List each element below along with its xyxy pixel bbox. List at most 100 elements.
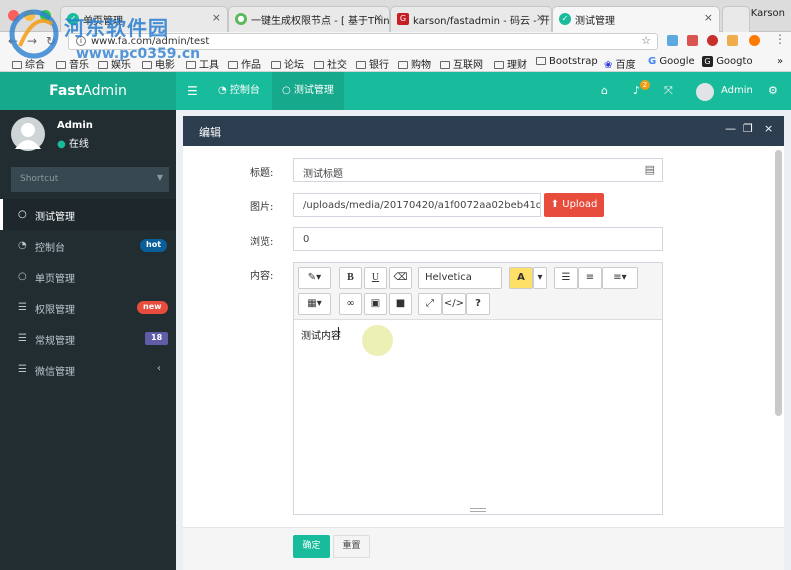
more-bookmarks-icon[interactable]: » (777, 56, 783, 67)
extension-icon[interactable] (667, 35, 678, 46)
close-tab-icon[interactable]: × (212, 11, 221, 24)
bookmark-folder[interactable]: 互联网 (440, 56, 483, 71)
minimize-window-icon[interactable] (24, 10, 35, 21)
title-input[interactable]: 测试标题 ▤ (293, 158, 663, 182)
modal-close-icon[interactable]: × (764, 122, 773, 135)
caret-down-icon: ▼ (156, 173, 163, 182)
help-button[interactable]: ? (466, 293, 490, 315)
browser-tab[interactable]: G karson/fastadmin - 码云 - 开 × (390, 6, 552, 32)
code-view-button[interactable]: </> (442, 293, 466, 315)
sidebar-item-wechat[interactable]: ☰ 微信管理 ‹ (0, 354, 176, 385)
sidebar-item-test[interactable]: ○ 测试管理 (0, 199, 176, 230)
sidebar-toggle-icon[interactable]: ☰ (187, 72, 198, 110)
fullscreen-button[interactable]: ⤢ (418, 293, 442, 315)
app-logo[interactable]: FastAdmin (0, 72, 176, 110)
sidebar-item-general[interactable]: ☰ 常规管理 18 (0, 323, 176, 354)
extension-icon[interactable] (687, 35, 698, 46)
reload-icon[interactable]: ↻ (46, 34, 56, 48)
header-avatar[interactable] (696, 83, 714, 101)
browser-profile[interactable]: Karson (751, 8, 785, 19)
browser-tab[interactable]: ● 一键生成权限节点 - [ 基于Thin × (228, 6, 390, 32)
bookmark-folder[interactable]: 作品 (228, 56, 261, 71)
folder-icon (356, 61, 366, 69)
close-tab-icon[interactable]: × (536, 11, 545, 24)
editor-toolbar: ✎▾ B U ⌫ Helvetica Neue ▾ A ▾ ☰ ≡ ≡▾ ▦▾ … (294, 263, 662, 320)
upload-button[interactable]: ⬆ Upload (544, 193, 604, 217)
bold-button[interactable]: B (339, 267, 362, 289)
eraser-button[interactable]: ⌫ (389, 267, 412, 289)
fastadmin-tab-icon: ✓ (559, 13, 571, 25)
bookmark-folder[interactable]: 音乐 (56, 56, 89, 71)
nav-tab-current[interactable]: ○ 测试管理 (272, 72, 344, 110)
image-button[interactable]: ▣ (364, 293, 387, 315)
modal-maximize-icon[interactable]: ❐ (743, 122, 753, 135)
font-family-select[interactable]: Helvetica Neue ▾ (418, 267, 502, 303)
header-user-name[interactable]: Admin (721, 72, 753, 110)
bookmark-folder[interactable]: 银行 (356, 56, 389, 71)
sidebar-item-page[interactable]: ○ 单页管理 (0, 261, 176, 292)
bookmark-folder[interactable]: 工具 (186, 56, 219, 71)
tab-title: 测试管理 (575, 16, 615, 27)
modal-minimize-icon[interactable]: — (725, 122, 736, 135)
sidebar-item-auth[interactable]: ☰ 权限管理 new (0, 292, 176, 323)
magic-style-button[interactable]: ✎▾ (298, 267, 331, 289)
bookmark-folder[interactable]: 论坛 (271, 56, 304, 71)
bookmark-folder[interactable]: Bootstrap (536, 56, 598, 67)
back-icon[interactable]: ← (8, 34, 18, 48)
confirm-button[interactable]: 确定 (293, 535, 330, 558)
editor-content[interactable]: 测试内容 (301, 327, 341, 342)
bookmark-folder[interactable]: 电影 (142, 56, 175, 71)
bookmark-folder[interactable]: 娱乐 (98, 56, 131, 71)
extension-icon[interactable] (727, 35, 738, 46)
table-button[interactable]: ▦▾ (298, 293, 331, 315)
url-text: www.fa.com/admin/test (91, 36, 210, 47)
tab-title: 一键生成权限节点 - [ 基于Thin (251, 16, 390, 27)
folder-icon (494, 61, 504, 69)
ordered-list-button[interactable]: ≡ (578, 267, 602, 289)
close-tab-icon[interactable]: × (704, 11, 713, 24)
close-window-icon[interactable] (8, 10, 19, 21)
image-path-input[interactable]: /uploads/media/20170420/a1f0072aa02beb41… (293, 193, 541, 217)
modal-scrollbar[interactable] (775, 150, 782, 416)
bookmark-baidu[interactable]: ❀ 百度 (604, 56, 636, 71)
bullet-list-button[interactable]: ☰ (554, 267, 578, 289)
views-input[interactable]: 0 (293, 227, 663, 251)
bell-icon[interactable]: ♪ (633, 72, 640, 110)
reset-button[interactable]: 重置 (333, 535, 370, 558)
new-tab-button[interactable] (722, 6, 750, 32)
bookmarks-bar: 综合 音乐 娱乐 电影 工具 作品 论坛 社交 银行 购物 互联网 理财 Boo… (0, 52, 791, 72)
close-tab-icon[interactable]: × (374, 11, 383, 24)
browser-tab-active[interactable]: ✓ 测试管理 × (552, 6, 720, 32)
adblock-icon[interactable] (707, 35, 718, 46)
align-button[interactable]: ≡▾ (602, 267, 638, 289)
home-icon[interactable]: ⌂ (601, 72, 608, 110)
text-color-button[interactable]: A (509, 267, 533, 289)
video-button[interactable]: ■ (389, 293, 412, 315)
bookmark-star-icon[interactable]: ☆ (641, 34, 651, 47)
bookmark-folder[interactable]: 综合 (12, 56, 45, 71)
bookmark-googto[interactable]: G Googto (702, 56, 753, 67)
forward-icon[interactable]: → (27, 34, 37, 48)
resize-handle[interactable] (470, 508, 486, 512)
nav-tab-dashboard[interactable]: ◔ 控制台 (218, 72, 260, 110)
browser-menu-icon[interactable]: ⋮ (774, 32, 786, 46)
extension-icon[interactable] (749, 35, 760, 46)
maximize-window-icon[interactable] (40, 10, 51, 21)
fullscreen-icon[interactable]: ⤧ (664, 72, 673, 110)
address-bar[interactable]: i www.fa.com/admin/test ☆ (68, 33, 658, 50)
sidebar-item-dashboard[interactable]: ◔ 控制台 hot (0, 230, 176, 261)
title-label: 标题: (250, 168, 274, 179)
link-button[interactable]: ∞ (339, 293, 362, 315)
bookmark-folder[interactable]: 购物 (398, 56, 431, 71)
folder-icon (98, 61, 108, 69)
shortcut-select[interactable]: Shortcut ▼ (11, 167, 169, 192)
underline-button[interactable]: U (364, 267, 387, 289)
circle-icon: ○ (18, 271, 27, 282)
bookmark-google[interactable]: G Google (648, 56, 695, 67)
settings-icon[interactable]: ⚙ (768, 72, 778, 110)
bookmark-folder[interactable]: 社交 (314, 56, 347, 71)
text-color-caret[interactable]: ▾ (533, 267, 547, 289)
dashboard-icon: ◔ (18, 240, 27, 251)
browser-tab[interactable]: ✓ 单页管理 × (60, 6, 228, 32)
bookmark-folder[interactable]: 理财 (494, 56, 527, 71)
